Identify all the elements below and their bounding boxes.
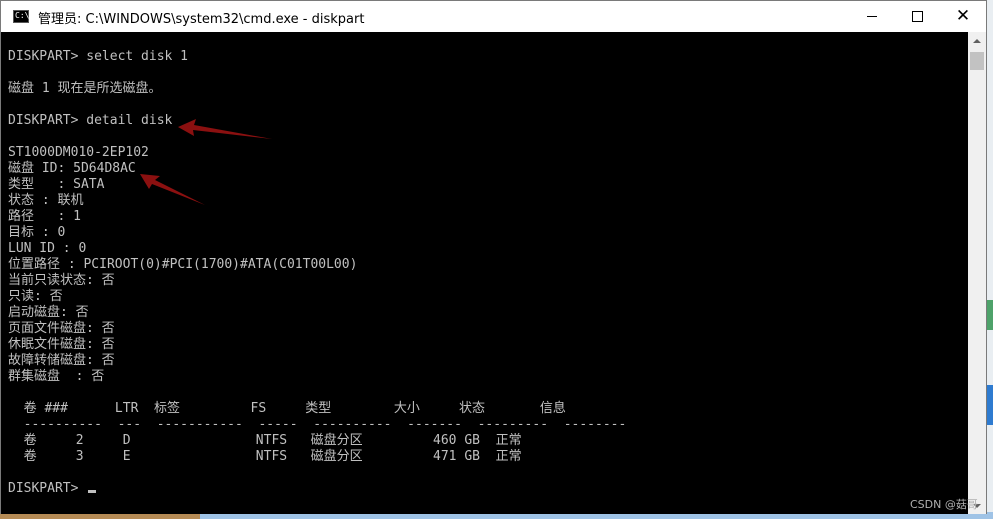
cmd-icon-label: C:\: [15, 11, 30, 20]
console-line: 当前只读状态: 否: [8, 273, 115, 288]
console-line: 群集磁盘 : 否: [8, 369, 105, 384]
console-line: 故障转储磁盘: 否: [8, 353, 115, 368]
cmd-icon[interactable]: C:\: [13, 10, 29, 23]
console-line: 位置路径 : PCIROOT(0)#PCI(1700)#ATA(C01T00L0…: [8, 257, 358, 272]
text-cursor: [88, 490, 97, 493]
scroll-up-button[interactable]: [968, 32, 986, 49]
close-button[interactable]: ✕: [940, 1, 986, 32]
volume-table-header: 卷 ### LTR 标签 FS 类型 大小 状态 信息: [8, 401, 566, 416]
arrow-up-icon: [973, 38, 981, 43]
cmd-window: C:\ 管理员: C:\WINDOWS\system32\cmd.exe - d…: [0, 0, 987, 514]
maximize-button[interactable]: [894, 1, 940, 32]
console-line: DISKPART> detail disk: [8, 113, 173, 128]
console-line: 休眠文件磁盘: 否: [8, 337, 115, 352]
volume-table-row: 卷 3 E NTFS 磁盘分区 471 GB 正常: [8, 449, 522, 464]
csdn-watermark: CSDN @菇哥: [910, 498, 978, 511]
console-line: 启动磁盘: 否: [8, 305, 89, 320]
console-prompt: DISKPART>: [8, 481, 87, 496]
close-icon: ✕: [955, 6, 971, 26]
console-line: 路径 : 1: [8, 209, 81, 224]
scrollbar-thumb[interactable]: [970, 52, 984, 70]
minimize-icon: [867, 16, 877, 17]
console-line: LUN ID : 0: [8, 241, 87, 256]
console-line: 目标 : 0: [8, 225, 66, 240]
console-prompt-line[interactable]: DISKPART>: [8, 481, 97, 497]
title-bar[interactable]: C:\ 管理员: C:\WINDOWS\system32\cmd.exe - d…: [1, 1, 986, 32]
minimize-button[interactable]: [849, 1, 895, 32]
console-line: 类型 : SATA: [8, 177, 105, 192]
console-line: 只读: 否: [8, 289, 63, 304]
console-line: DISKPART> select disk 1: [8, 49, 189, 64]
console-output[interactable]: DISKPART> select disk 1 磁盘 1 现在是所选磁盘。 DI…: [1, 32, 968, 514]
volume-table-row: 卷 2 D NTFS 磁盘分区 460 GB 正常: [8, 433, 522, 448]
console-line: 磁盘 1 现在是所选磁盘。: [8, 81, 162, 96]
console-line: 状态 : 联机: [8, 193, 84, 208]
console-line: 页面文件磁盘: 否: [8, 321, 115, 336]
volume-table-divider: ---------- --- ----------- ----- -------…: [8, 417, 627, 432]
window-title: 管理员: C:\WINDOWS\system32\cmd.exe - diskp…: [38, 12, 365, 27]
vertical-scrollbar[interactable]: [968, 32, 986, 514]
console-line: ST1000DM010-2EP102: [8, 145, 149, 160]
maximize-icon: [911, 11, 923, 22]
console-line: 磁盘 ID: 5D64D8AC: [8, 161, 136, 176]
